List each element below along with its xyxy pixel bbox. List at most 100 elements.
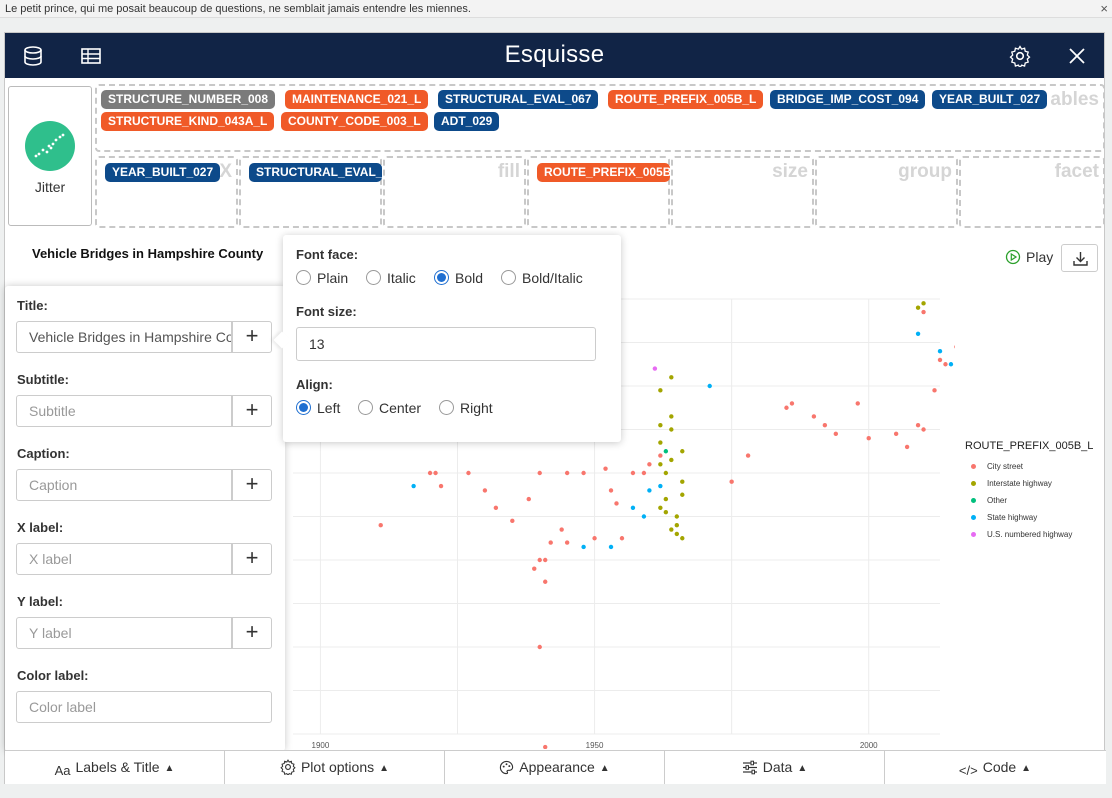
data-point [745, 453, 751, 458]
align-right-radio[interactable]: Right [439, 399, 493, 417]
font-options-popover: Font face: Plain Italic Bold Bold/Italic… [283, 235, 621, 442]
fill-zone-label: fill [497, 161, 520, 182]
x-dropzone[interactable]: X YEAR_BUILT_027 [95, 156, 238, 228]
data-point [915, 331, 921, 336]
tab-label: Appearance [519, 759, 595, 775]
tab-code[interactable]: </> Code ▲ [885, 751, 1105, 784]
data-point [674, 514, 680, 519]
color-dropzone[interactable]: color ROUTE_PREFIX_005B [527, 156, 670, 228]
variable-pill[interactable]: YEAR_BUILT_027 [932, 90, 1048, 109]
variable-pill[interactable]: STRUCTURAL_EVAL_067 [438, 90, 599, 109]
legend-swatch [971, 498, 976, 503]
x-variable-pill[interactable]: YEAR_BUILT_027 [105, 163, 221, 182]
legend-label: Interstate highway [987, 479, 1052, 488]
subtitle-options-button[interactable]: + [232, 395, 272, 427]
font-face-italic-radio[interactable]: Italic [366, 269, 416, 287]
data-point [608, 488, 614, 493]
title-options-button[interactable]: + [232, 321, 272, 353]
data-point [438, 483, 444, 489]
variable-pill[interactable]: BRIDGE_IMP_COST_094 [770, 90, 926, 109]
legend-label: State highway [987, 513, 1038, 522]
color-variable-pill[interactable]: ROUTE_PREFIX_005B [537, 163, 670, 182]
tab-label: Data [762, 759, 793, 775]
y-dropzone[interactable]: Y STRUCTURAL_EVAL_ [239, 156, 382, 228]
app-title: Esquisse [504, 41, 605, 68]
data-point [680, 449, 685, 454]
geom-selector[interactable]: Jitter [8, 86, 92, 226]
data-point [915, 305, 921, 310]
download-button[interactable] [1061, 244, 1098, 272]
data-point [658, 388, 663, 393]
gear-icon[interactable] [1009, 45, 1031, 67]
variables-dropzone[interactable]: ables STRUCTURE_NUMBER_008 MAINTENANCE_0… [95, 84, 1105, 152]
variable-pill[interactable]: COUNTY_CODE_003_L [281, 112, 428, 131]
data-point [537, 644, 542, 650]
variable-pill[interactable]: STRUCTURE_KIND_043A_L [101, 112, 275, 131]
close-icon[interactable] [1066, 45, 1088, 67]
data-point [932, 388, 937, 393]
legend-label: U.S. numbered highway [987, 530, 1073, 539]
font-size-input[interactable]: 13 [296, 327, 596, 361]
colorlabel-input[interactable]: Color label [16, 691, 272, 723]
tab-label: Code [982, 759, 1017, 775]
data-point [921, 309, 926, 315]
data-point [658, 483, 663, 489]
variable-pill[interactable]: STRUCTURE_NUMBER_008 [101, 90, 276, 109]
close-icon[interactable]: × [1100, 0, 1108, 18]
tab-appearance[interactable]: Appearance ▲ [445, 751, 665, 784]
font-face-plain-radio[interactable]: Plain [296, 269, 348, 287]
caption-options-button[interactable]: + [232, 469, 272, 501]
chart-title: Vehicle Bridges in Hampshire County [32, 246, 264, 261]
subtitle-input[interactable]: Subtitle [16, 395, 232, 427]
variable-pill[interactable]: ADT_029 [434, 112, 500, 131]
play-icon [1005, 249, 1021, 265]
data-point [663, 470, 669, 476]
font-face-bold-radio[interactable]: Bold [434, 269, 483, 287]
data-point [658, 505, 663, 510]
fill-dropzone[interactable]: fill [383, 156, 526, 228]
legend-swatch [971, 515, 976, 520]
group-dropzone[interactable]: group [815, 156, 958, 228]
radio-label: Bold [455, 270, 484, 286]
align-center-radio[interactable]: Center [358, 399, 421, 417]
data-point [581, 470, 586, 476]
play-button[interactable]: Play [1005, 249, 1053, 265]
variable-pill[interactable]: MAINTENANCE_021_L [285, 90, 429, 109]
xlabel-input[interactable]: X label [16, 543, 232, 575]
font-face-bolditalic-radio[interactable]: Bold/Italic [501, 269, 583, 287]
colorlabel-label: Color label: [17, 668, 89, 683]
ylabel-input[interactable]: Y label [16, 617, 232, 649]
data-point [619, 536, 625, 541]
data-point [784, 405, 789, 410]
ylabel-label: Y label: [17, 594, 64, 609]
data-point [630, 505, 636, 510]
tab-labels-title[interactable]: Aa Labels & Title ▲ [5, 751, 225, 784]
tab-plot-options[interactable]: Plot options ▲ [225, 751, 445, 784]
caret-up-icon: ▲ [379, 763, 390, 774]
variable-pill[interactable]: ROUTE_PREFIX_005B_L [608, 90, 764, 109]
data-point [658, 440, 663, 445]
geom-label: Jitter [34, 179, 66, 195]
xlabel-options-button[interactable]: + [232, 543, 272, 575]
data-point [630, 470, 636, 476]
title-input[interactable]: Vehicle Bridges in Hampshire County [16, 321, 232, 353]
data-point [669, 527, 674, 532]
tab-data[interactable]: Data ▲ [665, 751, 885, 784]
caption-label: Caption: [17, 446, 70, 461]
y-variable-pill[interactable]: STRUCTURAL_EVAL_ [249, 163, 382, 182]
x-tick-label: 2000 [860, 741, 878, 749]
radio-label: Center [379, 400, 422, 416]
legend-swatch [971, 464, 976, 469]
size-dropzone[interactable]: size [671, 156, 814, 228]
data-point [663, 496, 669, 502]
data-point [647, 462, 652, 467]
caption-input[interactable]: Caption [16, 469, 232, 501]
align-left-radio[interactable]: Left [296, 399, 340, 417]
facet-dropzone[interactable]: facet [959, 156, 1105, 228]
data-point [921, 427, 926, 432]
data-point [663, 449, 669, 454]
data-point [811, 414, 817, 419]
ylabel-options-button[interactable]: + [232, 617, 272, 649]
data-point [641, 514, 647, 519]
radio-label: Right [460, 400, 493, 416]
